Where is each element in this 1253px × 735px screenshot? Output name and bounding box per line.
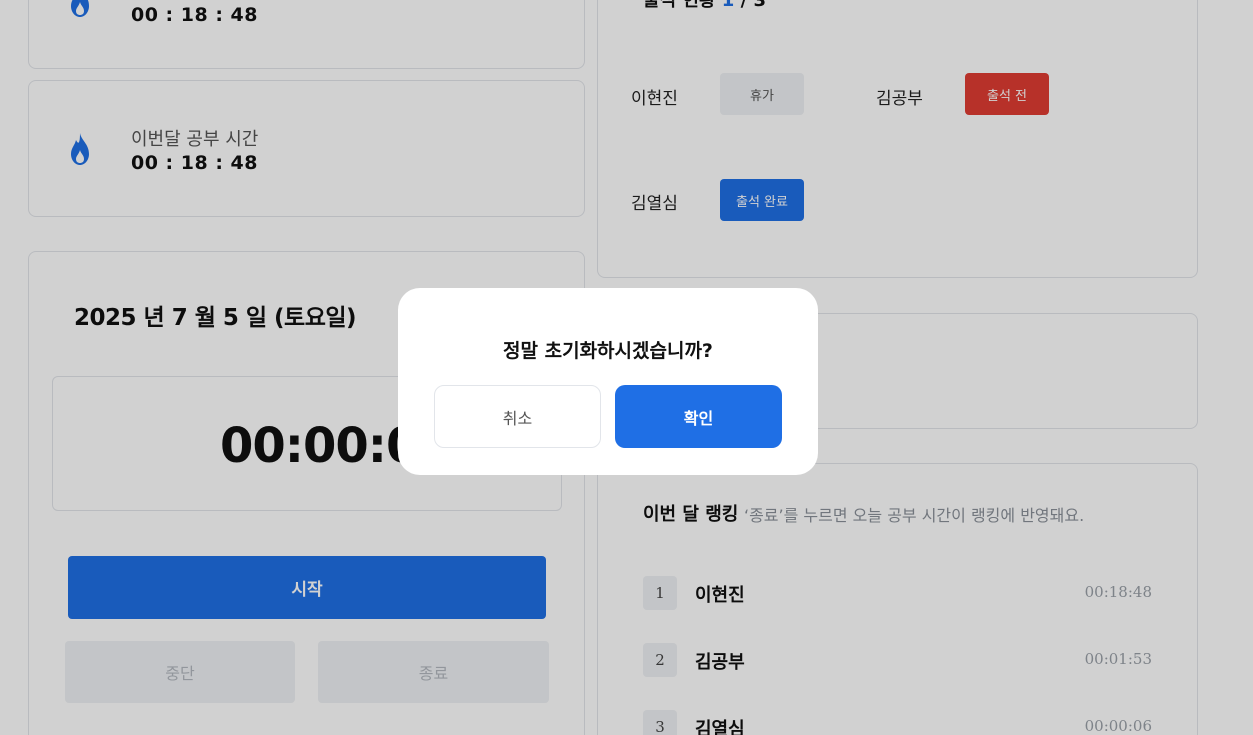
confirm-dialog: 정말 초기화하시겠습니까? 취소 확인 (398, 288, 818, 475)
confirm-button[interactable]: 확인 (615, 385, 782, 448)
dialog-title: 정말 초기화하시겠습니까? (503, 340, 713, 362)
cancel-button[interactable]: 취소 (434, 385, 601, 448)
